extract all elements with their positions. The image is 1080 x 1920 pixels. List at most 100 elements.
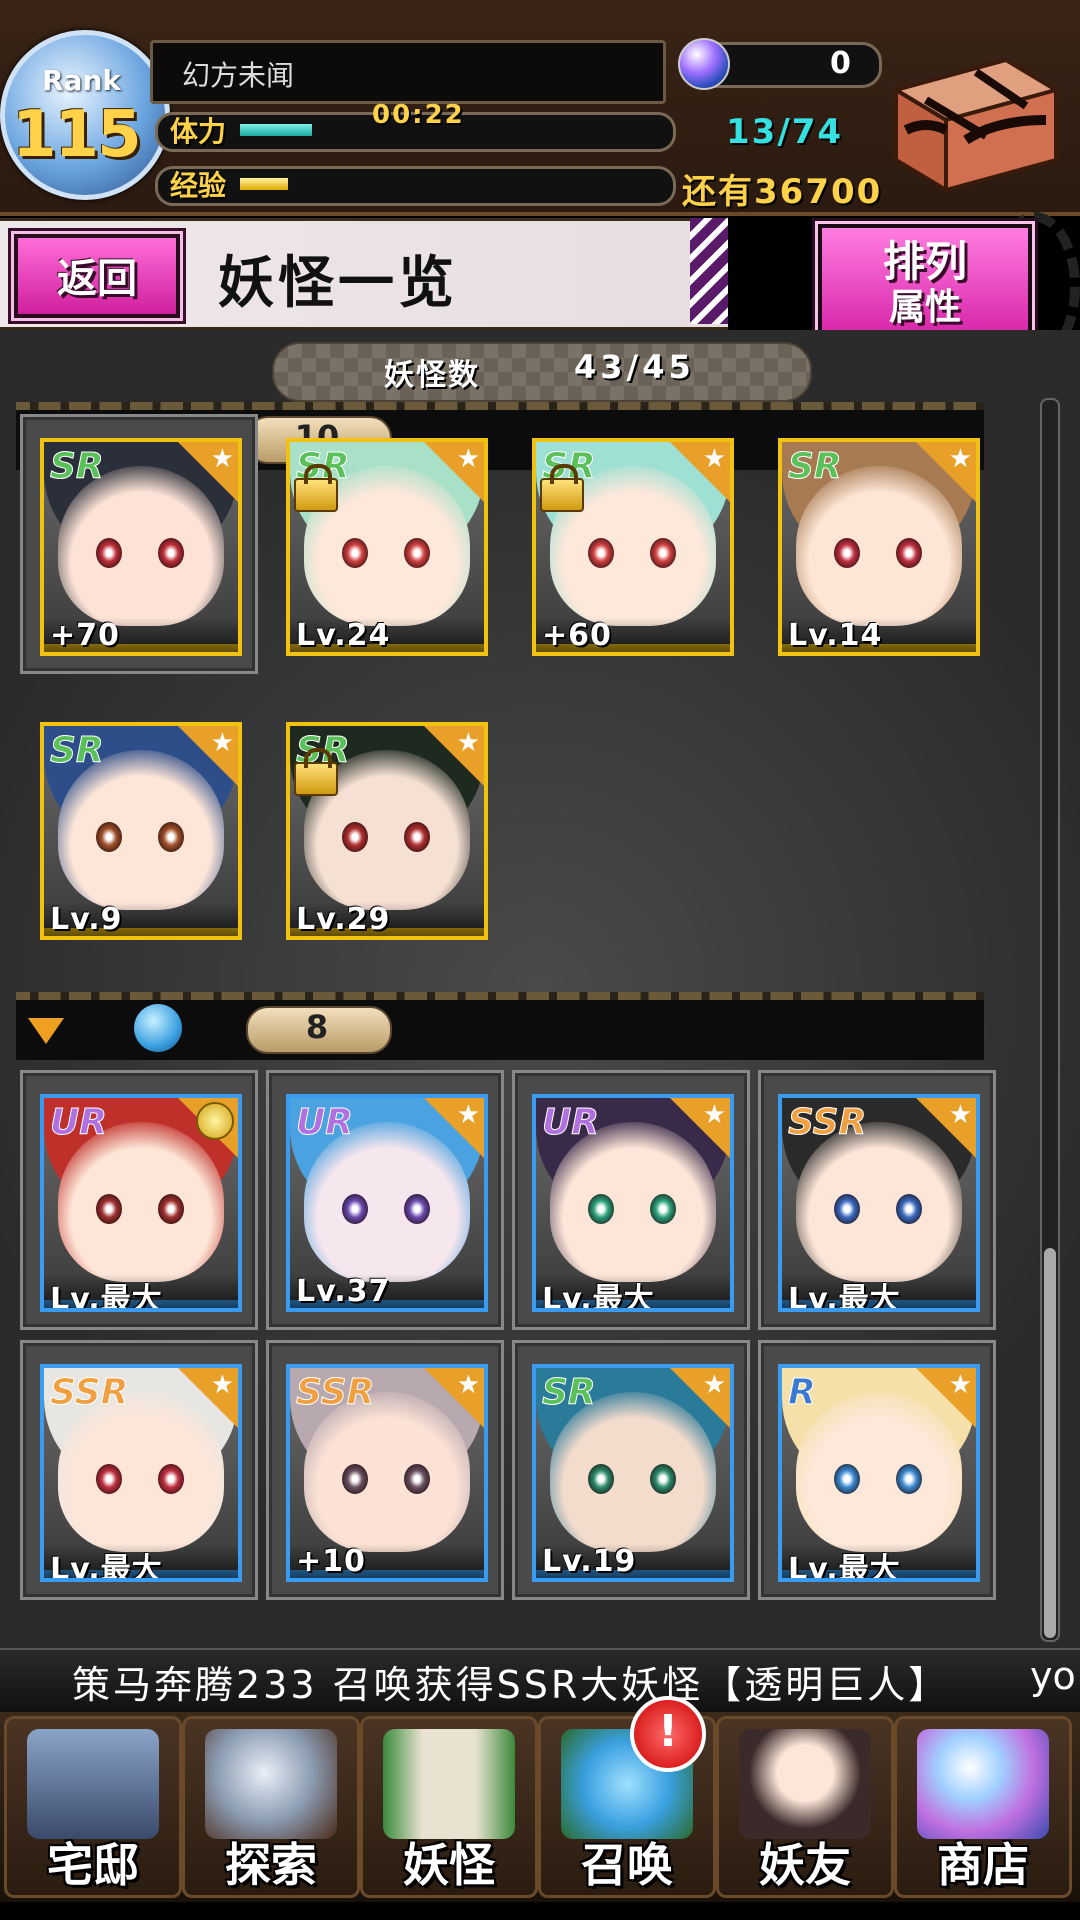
scrollbar-thumb[interactable] — [1044, 1248, 1056, 1638]
monster-card[interactable]: ★ SR Lv.9 — [40, 722, 242, 940]
card-portrait-eye — [834, 1194, 860, 1224]
rarity-badge: SSR — [295, 1372, 375, 1414]
card-level: Lv.37 — [290, 1274, 484, 1308]
nav-item-crystal-orb[interactable]: 商店 — [894, 1716, 1072, 1898]
rarity-badge: SR — [50, 730, 105, 772]
exp-bar — [155, 166, 676, 206]
card-level: Lv.24 — [290, 618, 484, 652]
monster-card[interactable]: ★ R Lv.最大 — [778, 1364, 980, 1582]
monster-card[interactable]: ★SR+60 — [532, 438, 734, 656]
rarity-badge: SR — [50, 446, 105, 488]
star-icon: ★ — [948, 444, 972, 474]
nav-item-label: 宅邸 — [47, 1838, 139, 1892]
card-portrait-eye — [588, 538, 614, 568]
card-portrait-eye — [96, 538, 122, 568]
card-level: Lv.最大 — [44, 1544, 238, 1578]
star-icon: ★ — [456, 444, 480, 474]
catgirl-friend-icon — [739, 1729, 871, 1839]
card-portrait-eye — [158, 538, 184, 568]
ticker-message: 策马奔腾233 召唤获得SSR大妖怪【透明巨人】 — [72, 1663, 950, 1707]
card-level: Lv.19 — [536, 1544, 730, 1578]
star-icon: ★ — [702, 444, 726, 474]
monster-count-value: 43/45 — [574, 348, 695, 386]
page-title: 妖怪一览 — [218, 251, 458, 316]
monster-card[interactable]: ★ SSR +10 — [286, 1364, 488, 1582]
monster-card[interactable]: ★SRLv.29 — [286, 722, 488, 940]
stamina-bar-fill — [240, 124, 312, 136]
monster-count-pill — [272, 342, 812, 402]
card-portrait-eye — [650, 538, 676, 568]
star-icon: ★ — [210, 444, 234, 474]
card-level: Lv.最大 — [44, 1274, 238, 1308]
monster-card[interactable]: ★SRLv.24 — [286, 438, 488, 656]
exp-bar-fill — [240, 178, 288, 190]
nav-item-label: 探索 — [225, 1838, 317, 1892]
monster-count-label: 妖怪数 — [384, 358, 480, 393]
monster-card[interactable]: ★ SSR Lv.最大 — [40, 1364, 242, 1582]
card-portrait-eye — [896, 1194, 922, 1224]
card-level: +60 — [536, 618, 730, 652]
card-portrait-eye — [404, 538, 430, 568]
card-portrait-eye — [650, 1194, 676, 1224]
monster-card[interactable]: ★ SR Lv.14 — [778, 438, 980, 656]
card-portrait-eye — [896, 538, 922, 568]
collapse-arrow-icon[interactable] — [28, 1018, 64, 1044]
card-portrait-eye — [834, 1464, 860, 1494]
nav-item-label: 召唤 — [581, 1838, 673, 1892]
nav-item-magnifier-map[interactable]: 探索 — [182, 1716, 360, 1898]
orb-icon — [678, 38, 730, 90]
scroll-icon — [383, 1729, 515, 1839]
stamina-label: 体力 — [170, 115, 227, 148]
back-button-label[interactable]: 返回 — [14, 246, 180, 304]
nav-item-mansion[interactable]: 宅邸 — [4, 1716, 182, 1898]
exp-remaining: 还有36700 — [682, 172, 883, 212]
card-level: Lv.最大 — [782, 1544, 976, 1578]
nav-item-label: 商店 — [937, 1838, 1029, 1892]
nav-item-scroll[interactable]: 妖怪 — [360, 1716, 538, 1898]
monster-card[interactable]: ★ UR Lv.37 — [286, 1094, 488, 1312]
card-portrait-eye — [158, 1194, 184, 1224]
star-icon: ★ — [702, 1370, 726, 1400]
monster-card[interactable]: ★ SR Lv.19 — [532, 1364, 734, 1582]
card-portrait-eye — [588, 1464, 614, 1494]
card-portrait-eye — [404, 822, 430, 852]
gift-box-icon[interactable] — [886, 50, 1062, 196]
rarity-badge: UR — [542, 1102, 600, 1144]
card-portrait-eye — [96, 1194, 122, 1224]
mansion-icon — [27, 1729, 159, 1839]
card-level: Lv.29 — [290, 902, 484, 936]
nav-item-label: 妖怪 — [403, 1838, 495, 1892]
card-portrait-eye — [342, 1194, 368, 1224]
rarity-badge: UR — [50, 1102, 108, 1144]
exp-label: 经验 — [170, 169, 227, 202]
sort-mode-label[interactable]: 属性 — [818, 278, 1032, 330]
star-icon: ★ — [456, 728, 480, 758]
title-stripe-decoration — [690, 218, 728, 324]
rank-value: 115 — [12, 98, 142, 172]
monster-card[interactable]: ★URLv.最大 — [532, 1094, 734, 1312]
card-level: Lv.9 — [44, 902, 238, 936]
rarity-badge: SSR — [787, 1102, 867, 1144]
star-icon: ★ — [948, 1370, 972, 1400]
star-icon: ★ — [456, 1370, 480, 1400]
card-portrait-eye — [588, 1194, 614, 1224]
card-level: +70 — [44, 618, 238, 652]
card-portrait-eye — [158, 822, 184, 852]
card-level: Lv.最大 — [536, 1274, 730, 1308]
card-portrait-eye — [96, 1464, 122, 1494]
monster-card[interactable]: ★ SR +70 — [40, 438, 242, 656]
lock-icon — [294, 464, 338, 512]
rarity-badge: UR — [296, 1102, 354, 1144]
monster-card[interactable]: ★ SSR Lv.最大 — [778, 1094, 980, 1312]
rarity-badge: R — [788, 1372, 817, 1414]
magnifier-map-icon — [205, 1729, 337, 1839]
star-icon: ★ — [948, 1100, 972, 1130]
monster-card[interactable]: ★URLv.最大 — [40, 1094, 242, 1312]
stamina-count: 13/74 — [726, 112, 844, 152]
star-icon: ★ — [456, 1100, 480, 1130]
rarity-badge: SR — [542, 1372, 597, 1414]
nav-item-catgirl-friend[interactable]: 妖友 — [716, 1716, 894, 1898]
water-attribute-icon — [134, 1004, 182, 1052]
player-name: 幻方未闻 — [182, 59, 295, 92]
rarity-badge: SR — [788, 446, 843, 488]
